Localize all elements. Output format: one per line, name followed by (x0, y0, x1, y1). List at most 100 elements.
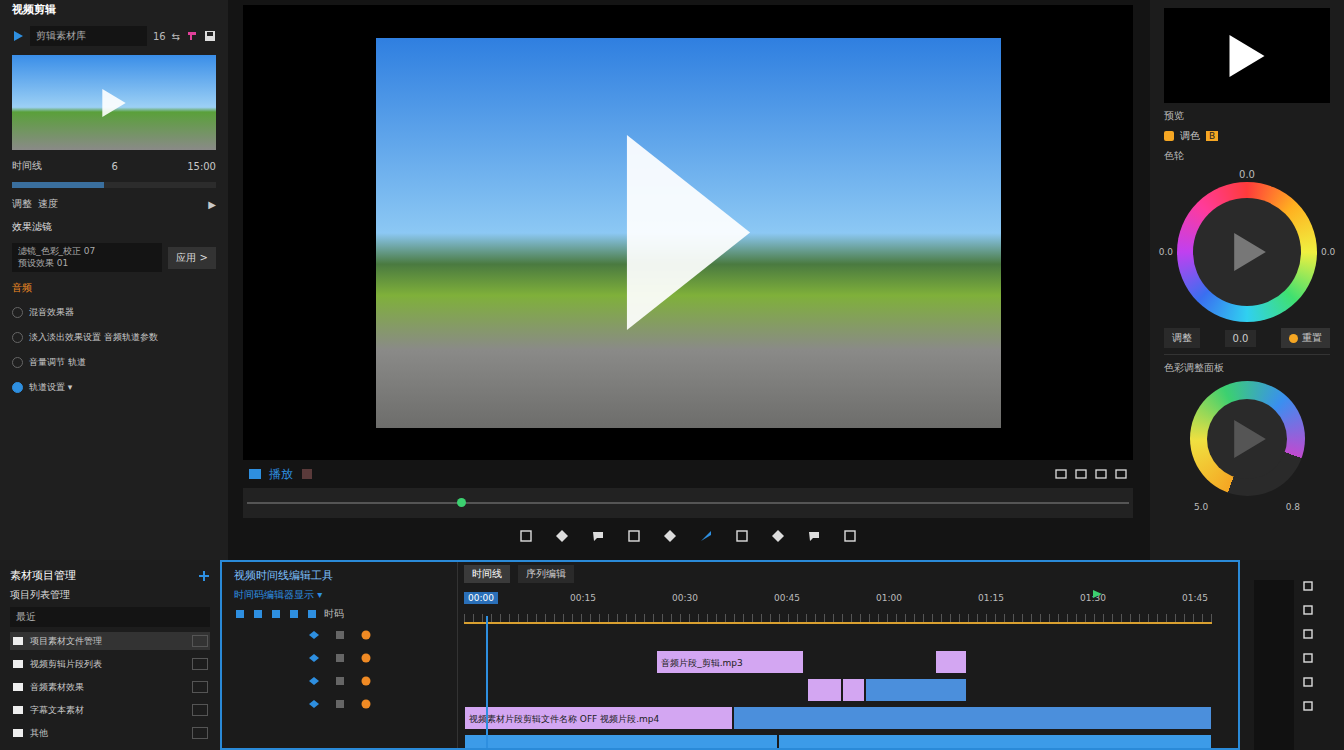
grade-button[interactable]: 调整 (1164, 328, 1200, 348)
clip-thumbnail[interactable] (12, 55, 216, 150)
item-action-icon[interactable] (192, 635, 208, 647)
scrubber[interactable] (243, 488, 1133, 518)
tool-icon[interactable] (699, 529, 713, 543)
adjust-donut[interactable] (1190, 381, 1305, 496)
project-item[interactable]: 视频剪辑片段列表 (10, 655, 210, 673)
zoom-slider[interactable] (12, 182, 216, 188)
tool-icon[interactable] (843, 529, 857, 543)
adjust-title: 色彩调整面板 (1164, 361, 1330, 375)
project-filter[interactable]: 最近 (10, 607, 210, 627)
playhead[interactable] (486, 616, 488, 750)
view-icon[interactable] (1115, 468, 1127, 480)
time-ruler[interactable]: 00:0000:1500:3000:4501:0001:1501:3001:45 (464, 586, 1212, 624)
side-tool-icon[interactable] (1302, 628, 1314, 640)
side-tool-icon[interactable] (1302, 652, 1314, 664)
timecode-display[interactable]: 时间码编辑器显示 ▾ (234, 588, 445, 602)
play-icon[interactable] (102, 89, 126, 117)
clip[interactable] (865, 678, 967, 702)
marker-flag-icon[interactable] (1092, 590, 1102, 600)
item-action-icon[interactable] (192, 658, 208, 670)
tool-icon[interactable] (555, 529, 569, 543)
track-lock-icon[interactable] (334, 675, 346, 687)
audio-checkbox[interactable] (12, 382, 23, 393)
save-icon[interactable] (204, 30, 216, 42)
tool-icon[interactable] (807, 529, 821, 543)
track-visibility-icon[interactable] (308, 629, 320, 641)
clip[interactable] (807, 678, 842, 702)
track-lock-icon[interactable] (334, 698, 346, 710)
audio-checkbox[interactable] (12, 307, 23, 318)
audio-item[interactable]: 淡入淡出效果设置 音频轨道参数 (12, 329, 216, 345)
clip[interactable]: 音频片段_剪辑.mp3 (656, 650, 803, 674)
item-action-icon[interactable] (192, 727, 208, 739)
tool-icon[interactable] (519, 529, 533, 543)
view-icon[interactable] (1095, 468, 1107, 480)
play-icon[interactable] (1229, 35, 1265, 77)
audio-checkbox[interactable] (12, 357, 23, 368)
side-tool-icon[interactable] (1302, 580, 1314, 592)
tool-icon[interactable] (663, 529, 677, 543)
scrubber-handle[interactable] (457, 498, 466, 507)
add-icon[interactable] (198, 570, 210, 582)
effect-field[interactable]: 滤镜_色彩_校正 07预设效果 01 (12, 243, 162, 272)
tool-icon[interactable] (627, 529, 641, 543)
tool-icon[interactable] (771, 529, 785, 543)
track-audio-icon[interactable] (360, 629, 372, 641)
view-icon[interactable] (1055, 468, 1067, 480)
timeline-tab[interactable]: 序列编辑 (518, 565, 574, 583)
media-search[interactable]: 剪辑素材库 (30, 26, 147, 46)
track-visibility-icon[interactable] (308, 698, 320, 710)
play-icon[interactable] (12, 30, 24, 42)
track-lock-icon[interactable] (334, 629, 346, 641)
marker-icon[interactable] (186, 30, 198, 42)
clip[interactable] (842, 678, 865, 702)
view-icon[interactable] (1075, 468, 1087, 480)
project-item[interactable]: 字幕文本素材 (10, 701, 210, 719)
clip[interactable] (778, 734, 1212, 750)
video-frame[interactable] (376, 38, 1001, 428)
timeline-tab[interactable]: 时间线 (464, 565, 510, 583)
track-audio-icon[interactable] (360, 652, 372, 664)
tool-icon[interactable] (735, 529, 749, 543)
color-wheel[interactable] (1177, 182, 1317, 322)
side-tool-icon[interactable] (1302, 676, 1314, 688)
track-audio-icon[interactable] (360, 698, 372, 710)
clip[interactable] (935, 650, 966, 674)
track-tool-icon[interactable] (252, 608, 264, 620)
wheel-center (1193, 198, 1301, 306)
side-tool-icon[interactable] (1302, 700, 1314, 712)
swap-button[interactable]: ⇆ (172, 31, 180, 42)
track-audio-icon[interactable] (360, 675, 372, 687)
item-action-icon[interactable] (192, 681, 208, 693)
stop-icon[interactable] (301, 468, 313, 480)
item-action-icon[interactable] (192, 704, 208, 716)
track-tool-icon[interactable] (288, 608, 300, 620)
project-item[interactable]: 音频素材效果 (10, 678, 210, 696)
project-item[interactable]: 项目素材文件管理 (10, 632, 210, 650)
track-tool-icon[interactable] (270, 608, 282, 620)
audio-item[interactable]: 音量调节 轨道 (12, 354, 216, 370)
speed-button[interactable]: ▶ (208, 199, 216, 210)
play-label[interactable]: 播放 (269, 466, 293, 483)
track-tool-icon[interactable] (234, 608, 246, 620)
project-item[interactable]: 其他 (10, 724, 210, 742)
track-visibility-icon[interactable] (308, 675, 320, 687)
grade-button[interactable]: 0.0 (1225, 330, 1257, 347)
audio-item[interactable]: 轨道设置 ▾ (12, 379, 216, 395)
audio-checkbox[interactable] (12, 332, 23, 343)
tool-icon[interactable] (591, 529, 605, 543)
ruler-label: 01:30 (1076, 592, 1110, 604)
audio-item[interactable]: 混音效果器 (12, 304, 216, 320)
play-icon[interactable] (626, 135, 751, 330)
clip[interactable]: 视频素材片段剪辑文件名称 OFF 视频片段.mp4 (464, 706, 733, 730)
play-icon[interactable] (249, 468, 261, 480)
track-visibility-icon[interactable] (308, 652, 320, 664)
track-tool-icon[interactable] (306, 608, 318, 620)
grade-button[interactable]: 重置 (1281, 328, 1330, 348)
clip[interactable] (733, 706, 1212, 730)
source-monitor[interactable] (1164, 8, 1330, 103)
apply-button[interactable]: 应用 > (168, 247, 216, 269)
clip[interactable] (464, 734, 778, 750)
side-tool-icon[interactable] (1302, 604, 1314, 616)
track-lock-icon[interactable] (334, 652, 346, 664)
